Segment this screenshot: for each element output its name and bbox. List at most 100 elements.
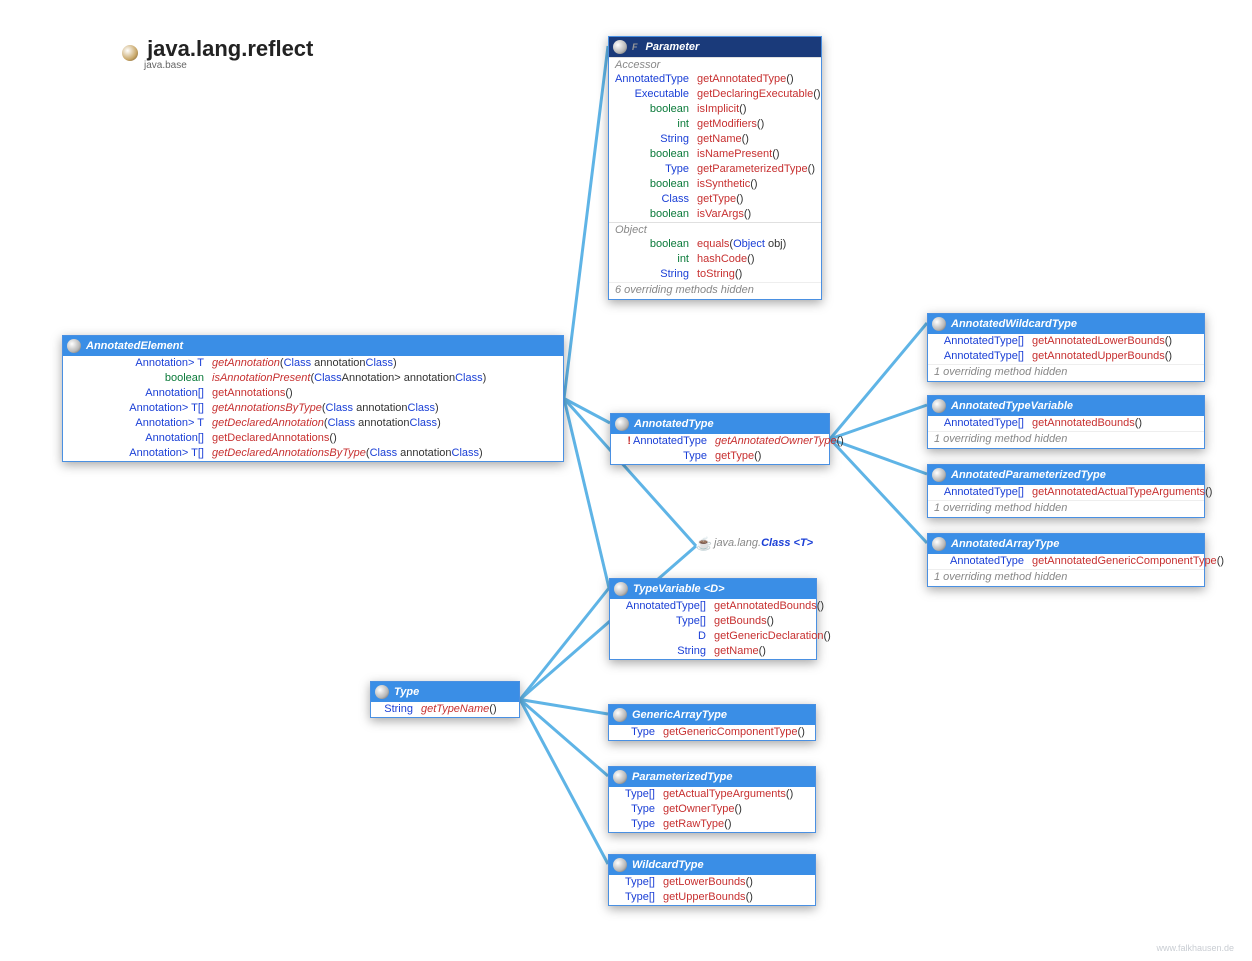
class-name: Class	[761, 537, 790, 549]
hidden-methods-note: 1 overriding method hidden	[928, 569, 1204, 586]
coffee-icon	[696, 536, 710, 550]
method-row[interactable]: Type[]getActualTypeArguments ()	[609, 787, 815, 802]
method-row[interactable]: booleanisVarArgs ()	[609, 207, 821, 222]
method-row[interactable]: Annotation[]getAnnotations ()	[63, 386, 563, 401]
method-row[interactable]: AnnotatedType[]getAnnotatedBounds ()	[610, 599, 816, 614]
method-row[interactable]: Type[]getLowerBounds ()	[609, 875, 815, 890]
method-row[interactable]: !AnnotatedTypegetAnnotatedOwnerType ()	[611, 434, 829, 449]
method-row[interactable]: Type[]getUpperBounds ()	[609, 890, 815, 905]
connection-line	[564, 46, 608, 399]
connection-line	[830, 405, 927, 439]
box-header[interactable]: GenericArrayType	[609, 705, 815, 725]
box-title: AnnotatedParameterizedType	[951, 469, 1106, 481]
bean-icon	[375, 685, 389, 699]
method-row[interactable]: Annotation[]getDeclaredAnnotations ()	[63, 431, 563, 446]
modifier-badge: F	[632, 42, 638, 52]
method-row[interactable]: Type[]getBounds ()	[610, 614, 816, 629]
box-header[interactable]: AnnotatedParameterizedType	[928, 465, 1204, 485]
box-title: TypeVariable <D>	[633, 583, 725, 595]
type-box-annotated-type[interactable]: AnnotatedType!AnnotatedTypegetAnnotatedO…	[610, 413, 830, 465]
method-row[interactable]: inthashCode ()	[609, 252, 821, 267]
method-row[interactable]: AnnotatedType[]getAnnotatedActualTypeArg…	[928, 485, 1204, 500]
method-row[interactable]: Annotation> TgetDeclaredAnnotation (Clas…	[63, 416, 563, 431]
hidden-methods-note: 1 overriding method hidden	[928, 500, 1204, 517]
method-row[interactable]: intgetModifiers ()	[609, 117, 821, 132]
type-box-annotated-wildcard-type[interactable]: AnnotatedWildcardType AnnotatedType[]getA…	[927, 313, 1205, 382]
connection-line	[830, 439, 927, 543]
type-box-type-variable[interactable]: TypeVariable <D> AnnotatedType[]getAnnota…	[609, 578, 817, 660]
method-row[interactable]: AnnotatedType[]getAnnotatedLowerBounds (…	[928, 334, 1204, 349]
method-row[interactable]: StringgetTypeName ()	[371, 702, 519, 717]
bean-icon	[122, 45, 138, 61]
box-header[interactable]: AnnotatedTypeVariable	[928, 396, 1204, 416]
box-title: AnnotatedTypeVariable	[951, 400, 1073, 412]
bean-icon	[932, 537, 946, 551]
hidden-methods-note: 1 overriding method hidden	[928, 364, 1204, 381]
box-title: GenericArrayType	[632, 709, 727, 721]
bean-icon	[613, 858, 627, 872]
box-title: Type	[394, 686, 419, 698]
box-header[interactable]: AnnotatedType	[611, 414, 829, 434]
package-title: java.lang.reflect java.base	[122, 36, 313, 71]
box-header[interactable]: F Parameter	[609, 37, 821, 57]
method-row[interactable]: AnnotatedTypegetAnnotatedType ()	[609, 72, 821, 87]
method-row[interactable]: AnnotatedTypegetAnnotatedGenericComponen…	[928, 554, 1204, 569]
box-title: Parameter	[646, 41, 700, 53]
method-row[interactable]: StringgetName ()	[609, 132, 821, 147]
method-row[interactable]: TypegetParameterizedType ()	[609, 162, 821, 177]
type-box-wildcard-type[interactable]: WildcardTypeType[]getLowerBounds ()Type[…	[608, 854, 816, 906]
credit-label: www.falkhausen.de	[1156, 943, 1234, 953]
connection-line	[564, 399, 609, 589]
box-header[interactable]: TypeVariable <D>	[610, 579, 816, 599]
method-row[interactable]: Class getType ()	[609, 192, 821, 207]
method-row[interactable]: StringgetName ()	[610, 644, 816, 659]
type-box-annotated-element[interactable]: AnnotatedElementAnnotation> TgetAnnotati…	[62, 335, 564, 462]
method-row[interactable]: StringtoString ()	[609, 267, 821, 282]
method-row[interactable]: TypegetRawType ()	[609, 817, 815, 832]
box-header[interactable]: AnnotatedElement	[63, 336, 563, 356]
connection-line	[520, 700, 608, 777]
box-header[interactable]: ParameterizedType	[609, 767, 815, 787]
method-row[interactable]: AnnotatedType[]getAnnotatedUpperBounds (…	[928, 349, 1204, 364]
type-box-parameterized-type[interactable]: ParameterizedTypeType[]getActualTypeArgu…	[608, 766, 816, 833]
type-box-parameter[interactable]: FParameterAccessorAnnotatedTypegetAnnota…	[608, 36, 822, 300]
method-row[interactable]: Annotation> T[]getDeclaredAnnotationsByT…	[63, 446, 563, 461]
method-row[interactable]: booleanisSynthetic ()	[609, 177, 821, 192]
box-header[interactable]: AnnotatedArrayType	[928, 534, 1204, 554]
box-title: AnnotatedWildcardType	[951, 318, 1077, 330]
connection-line	[564, 399, 610, 424]
bean-icon	[614, 582, 628, 596]
box-header[interactable]: AnnotatedWildcardType	[928, 314, 1204, 334]
package-name: java.lang.reflect	[147, 36, 313, 61]
box-title: AnnotatedArrayType	[951, 538, 1059, 550]
bean-icon	[613, 708, 627, 722]
connection-line	[520, 700, 608, 715]
hidden-methods-note: 1 overriding method hidden	[928, 431, 1204, 448]
module-name: java.base	[144, 60, 313, 71]
method-row[interactable]: Annotation> TgetAnnotation (Class annota…	[63, 356, 563, 371]
method-row[interactable]: DgetGenericDeclaration ()	[610, 629, 816, 644]
bean-icon	[932, 399, 946, 413]
method-row[interactable]: Annotation> T[]getAnnotationsByType (Cla…	[63, 401, 563, 416]
method-row[interactable]: booleanisNamePresent ()	[609, 147, 821, 162]
type-box-generic-array-type[interactable]: GenericArrayType TypegetGenericComponentT…	[608, 704, 816, 741]
box-header[interactable]: WildcardType	[609, 855, 815, 875]
method-row[interactable]: booleanisAnnotationPresent (ClassAnnotat…	[63, 371, 563, 386]
class-scope: java.lang.	[714, 537, 761, 549]
method-row[interactable]: TypegetType ()	[611, 449, 829, 464]
method-row[interactable]: AnnotatedType[]getAnnotatedBounds ()	[928, 416, 1204, 431]
type-box-type[interactable]: Type StringgetTypeName ()	[370, 681, 520, 718]
type-box-annotated-array-type[interactable]: AnnotatedArrayType AnnotatedTypegetAnnota…	[927, 533, 1205, 587]
type-box-annotated-type-variable[interactable]: AnnotatedTypeVariable AnnotatedType[]getA…	[927, 395, 1205, 449]
method-row[interactable]: TypegetGenericComponentType ()	[609, 725, 815, 740]
type-box-annotated-parameterized-type[interactable]: AnnotatedParameterizedType AnnotatedType[…	[927, 464, 1205, 518]
method-row[interactable]: TypegetOwnerType ()	[609, 802, 815, 817]
class-generic: <T>	[794, 537, 814, 549]
connection-line	[830, 323, 927, 439]
class-chip[interactable]: java.lang.Class <T>	[696, 536, 813, 550]
box-header[interactable]: Type	[371, 682, 519, 702]
method-row[interactable]: booleanequals (Object obj)	[609, 237, 821, 252]
method-row[interactable]: booleanisImplicit ()	[609, 102, 821, 117]
connection-line	[520, 588, 609, 700]
method-row[interactable]: ExecutablegetDeclaringExecutable ()	[609, 87, 821, 102]
